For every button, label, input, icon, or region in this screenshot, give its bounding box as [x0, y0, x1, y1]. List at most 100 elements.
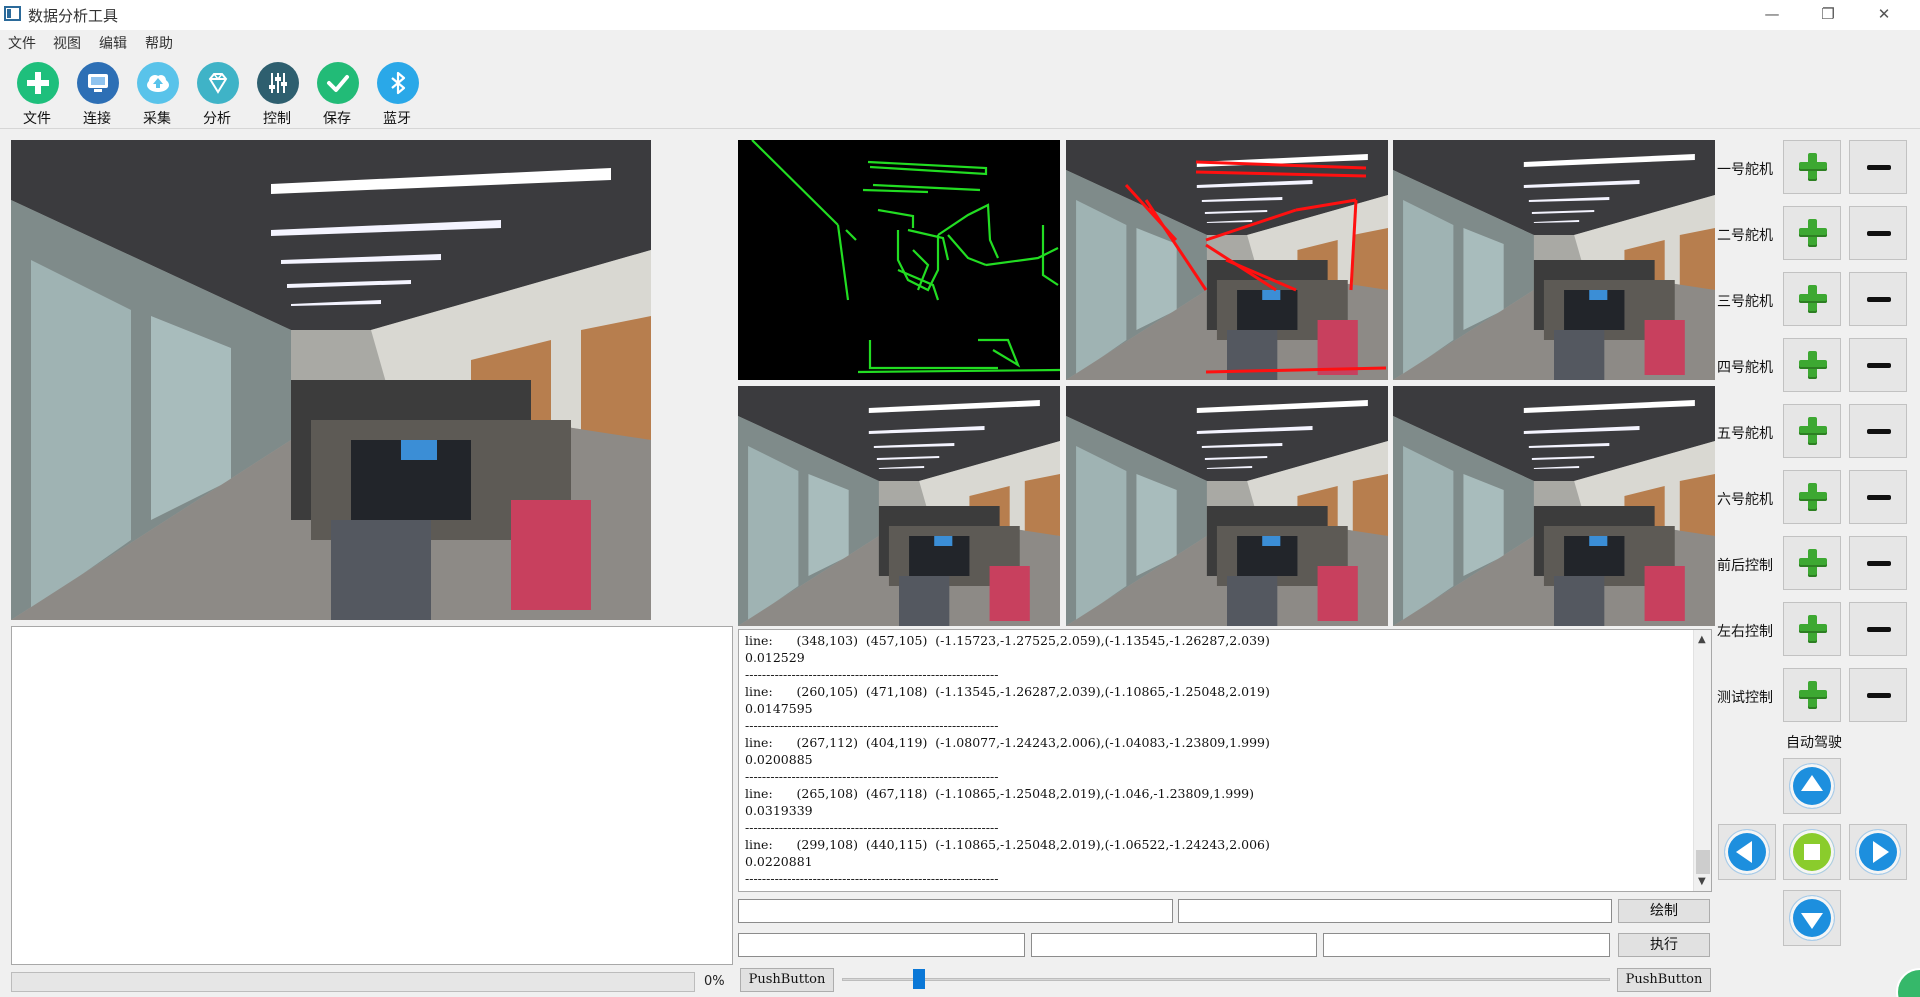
minus-icon — [1867, 693, 1891, 698]
log-line: ----------------------------------------… — [745, 820, 999, 835]
servo-increase-button[interactable] — [1783, 272, 1841, 326]
floating-badge[interactable] — [1896, 968, 1920, 997]
servo-decrease-button[interactable] — [1849, 602, 1907, 656]
servo-decrease-button[interactable] — [1849, 536, 1907, 590]
servo-decrease-button[interactable] — [1849, 404, 1907, 458]
toolbar-label: 连接 — [83, 111, 111, 127]
servo-label: 左右控制 — [1717, 624, 1773, 640]
bluetooth-icon — [377, 62, 419, 104]
cloud-upload-icon — [137, 62, 179, 104]
plus-icon — [1799, 615, 1827, 643]
servo-decrease-button[interactable] — [1849, 272, 1907, 326]
log-line: line: (265,108) (467,118) (-1.10865,-1.2… — [745, 786, 1254, 801]
servo-increase-button[interactable] — [1783, 536, 1841, 590]
input-field-2[interactable] — [1178, 899, 1612, 923]
servo-label: 四号舵机 — [1717, 360, 1773, 376]
menu-file[interactable]: 文件 — [8, 33, 36, 53]
push-button-right[interactable]: PushButton — [1617, 968, 1711, 992]
servo-decrease-button[interactable] — [1849, 206, 1907, 260]
input-field-3[interactable] — [738, 933, 1025, 957]
stop-icon — [1790, 830, 1834, 874]
servo-label: 前后控制 — [1717, 558, 1773, 574]
scroll-down-arrow[interactable]: ▼ — [1698, 876, 1706, 887]
minus-icon — [1867, 231, 1891, 236]
arrow-up-icon — [1790, 764, 1834, 808]
servo-increase-button[interactable] — [1783, 470, 1841, 524]
minimize-button[interactable]: — — [1744, 0, 1800, 30]
log-line: ----------------------------------------… — [745, 718, 999, 733]
log-scrollbar[interactable]: ▲ ▼ — [1693, 630, 1711, 891]
menu-help[interactable]: 帮助 — [145, 33, 173, 53]
toolbar-collect-button[interactable]: 采集 — [129, 60, 185, 127]
minus-icon — [1867, 495, 1891, 500]
servo-label: 二号舵机 — [1717, 228, 1773, 244]
maximize-button[interactable]: ❐ — [1800, 0, 1856, 30]
line-detection-view — [1066, 140, 1388, 380]
arrow-down-icon — [1790, 896, 1834, 940]
log-line: line: (299,108) (440,115) (-1.10865,-1.2… — [745, 837, 1270, 852]
toolbar-label: 采集 — [143, 111, 171, 127]
servo-increase-button[interactable] — [1783, 206, 1841, 260]
plus-icon — [1799, 285, 1827, 313]
right-button[interactable] — [1849, 824, 1907, 880]
output-text-area[interactable] — [11, 626, 733, 965]
menu-view[interactable]: 视图 — [53, 33, 81, 53]
scroll-up-arrow[interactable]: ▲ — [1698, 634, 1706, 645]
toolbar-file-button[interactable]: 文件 — [9, 60, 65, 127]
progress-bar — [11, 972, 695, 992]
down-button[interactable] — [1783, 890, 1841, 946]
input-field-4[interactable] — [1031, 933, 1317, 957]
slider-handle[interactable] — [912, 969, 925, 989]
draw-button[interactable]: 绘制 — [1618, 899, 1710, 923]
servo-label: 一号舵机 — [1717, 162, 1773, 178]
log-line: 0.0319339 — [745, 803, 813, 818]
servo-increase-button[interactable] — [1783, 668, 1841, 722]
log-line: ----------------------------------------… — [745, 871, 999, 886]
input-field-5[interactable] — [1323, 933, 1610, 957]
close-button[interactable]: ✕ — [1856, 0, 1912, 30]
auto-drive-label: 自动驾驶 — [1786, 735, 1842, 751]
servo-decrease-button[interactable] — [1849, 338, 1907, 392]
up-button[interactable] — [1783, 758, 1841, 814]
execute-button[interactable]: 执行 — [1618, 933, 1710, 957]
toolbar-connect-button[interactable]: 连接 — [69, 60, 125, 127]
stop-button[interactable] — [1783, 824, 1841, 880]
log-line: 0.0147595 — [745, 701, 813, 716]
plus-icon — [1799, 681, 1827, 709]
log-line: 0.0220881 — [745, 854, 813, 869]
plus-icon — [17, 62, 59, 104]
slider-track[interactable] — [842, 978, 1610, 981]
toolbar-label: 文件 — [23, 111, 51, 127]
arrow-left-icon — [1725, 830, 1769, 874]
servo-increase-button[interactable] — [1783, 404, 1841, 458]
servo-increase-button[interactable] — [1783, 602, 1841, 656]
log-content: line: (348,103) (457,105) (-1.15723,-1.2… — [745, 632, 1685, 887]
minus-icon — [1867, 561, 1891, 566]
menu-edit[interactable]: 编辑 — [99, 33, 127, 53]
left-button[interactable] — [1718, 824, 1776, 880]
toolbar-control-button[interactable]: 控制 — [249, 60, 305, 127]
servo-increase-button[interactable] — [1783, 140, 1841, 194]
toolbar-analyze-button[interactable]: 分析 — [189, 60, 245, 127]
plus-icon — [1799, 417, 1827, 445]
plus-icon — [1799, 549, 1827, 577]
servo-increase-button[interactable] — [1783, 338, 1841, 392]
log-text-area[interactable]: line: (348,103) (457,105) (-1.15723,-1.2… — [738, 629, 1712, 892]
app-icon — [4, 6, 21, 21]
servo-decrease-button[interactable] — [1849, 668, 1907, 722]
camera-view-3 — [1393, 140, 1715, 380]
servo-decrease-button[interactable] — [1849, 470, 1907, 524]
window-title: 数据分析工具 — [28, 7, 119, 25]
log-line: line: (260,105) (471,108) (-1.13545,-1.2… — [745, 684, 1270, 699]
servo-label: 测试控制 — [1717, 690, 1773, 706]
servo-decrease-button[interactable] — [1849, 140, 1907, 194]
toolbar-bluetooth-button[interactable]: 蓝牙 — [369, 60, 425, 127]
servo-label: 五号舵机 — [1717, 426, 1773, 442]
camera-view-6 — [1393, 386, 1715, 626]
scroll-thumb[interactable] — [1696, 850, 1710, 874]
sliders-icon — [257, 62, 299, 104]
input-field-1[interactable] — [738, 899, 1173, 923]
push-button-left[interactable]: PushButton — [740, 968, 834, 992]
plus-icon — [1799, 153, 1827, 181]
toolbar-save-button[interactable]: 保存 — [309, 60, 365, 127]
